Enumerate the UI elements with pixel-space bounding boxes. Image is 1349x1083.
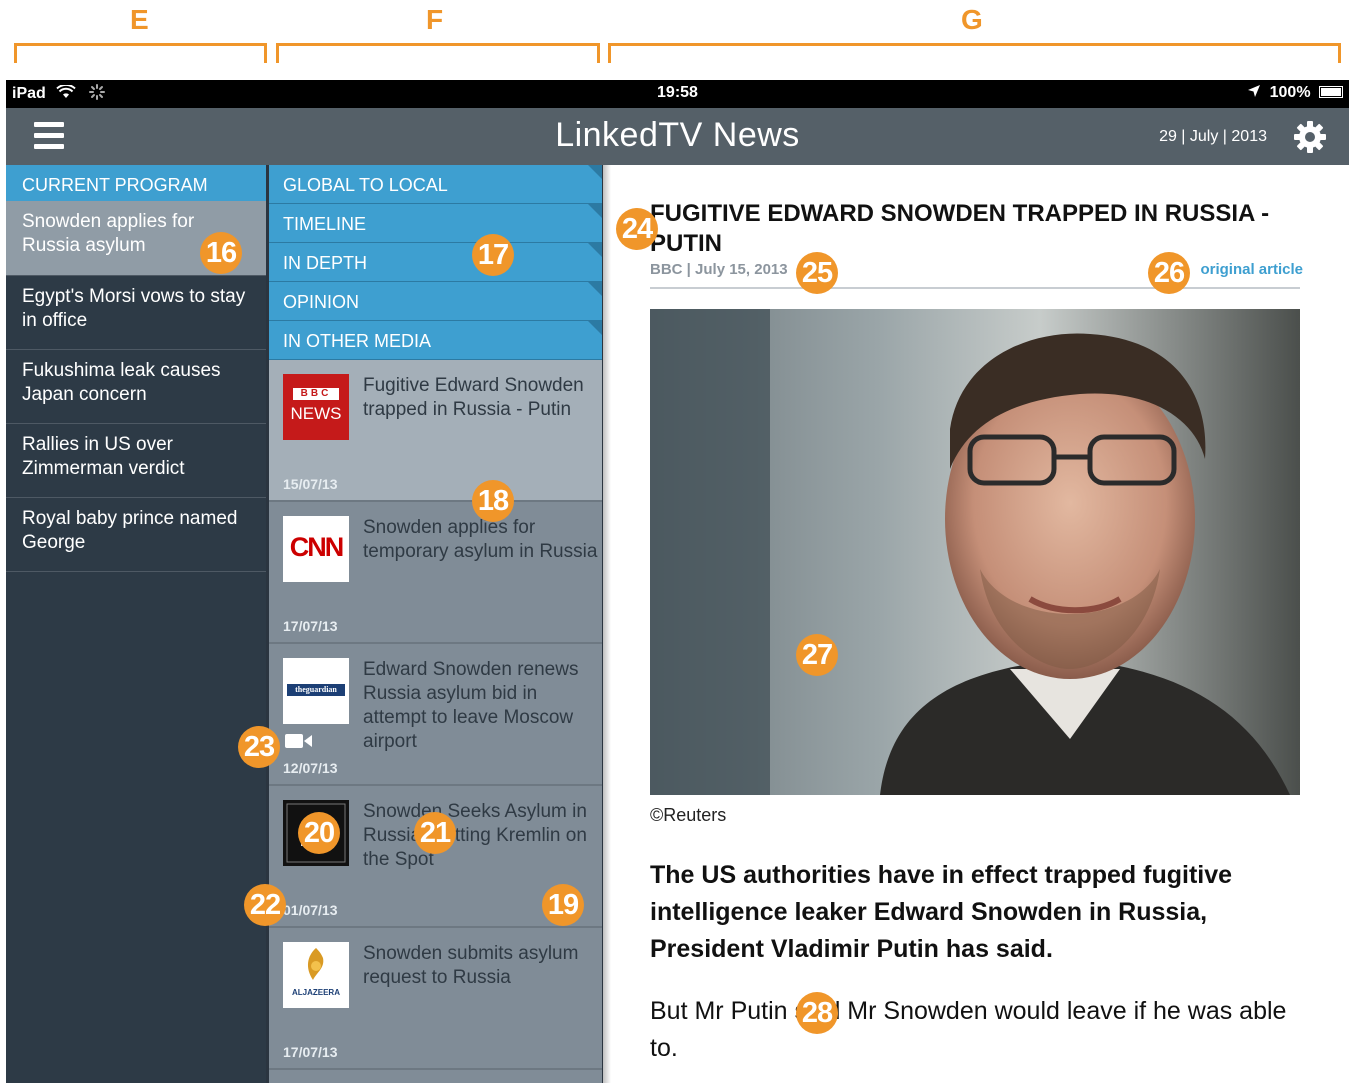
media-item-title: Snowden submits asylum request to Russia [363, 943, 579, 988]
panel-shadow [603, 165, 611, 1083]
article-divider [650, 287, 1300, 289]
aljazeera-emblem-icon [307, 948, 324, 980]
original-article-link[interactable]: original article [1200, 261, 1303, 278]
media-item-date: 17/07/13 [283, 618, 338, 634]
program-item-fukushima[interactable]: Fukushima leak causes Japan concern [6, 350, 266, 424]
status-bar: iPad 19:58 100% [6, 80, 1349, 108]
section-bracket-g [608, 43, 1341, 63]
article-body: But Mr Putin said Mr Snowden would leave… [650, 997, 1287, 1062]
callout-marker: 18 [472, 480, 514, 522]
battery-icon [1319, 86, 1343, 98]
callout-marker: 25 [796, 252, 838, 294]
section-label-f: F [426, 4, 444, 35]
media-item-date: 01/07/13 [283, 902, 338, 918]
article-title: FUGITIVE EDWARD SNOWDEN TRAPPED IN RUSSI… [650, 200, 1270, 257]
callout-marker: 26 [1148, 252, 1190, 294]
tab-timeline[interactable]: TIMELINE [269, 204, 602, 243]
portrait-photo [650, 309, 1300, 795]
media-item-title: Snowden Seeks Asylum in Russia, Putting … [363, 801, 587, 870]
media-item-date: 15/07/13 [283, 476, 338, 492]
media-item-aljazeera[interactable]: ALJAZEERA Snowden submits asylum request… [269, 928, 602, 1070]
callout-marker: 22 [244, 884, 286, 926]
section-bracket-f [276, 43, 600, 63]
media-item-date: 17/07/13 [283, 1044, 338, 1060]
location-arrow-icon [1248, 85, 1261, 97]
program-list-header: CURRENT PROGRAM [6, 165, 266, 201]
cnn-logo: CNN [283, 516, 349, 582]
media-item-cnn[interactable]: CNN Snowden applies for temporary asylum… [269, 502, 602, 644]
video-camera-icon [285, 734, 312, 748]
article-view: FUGITIVE EDWARD SNOWDEN TRAPPED IN RUSSI… [603, 165, 1349, 1083]
media-item-title: Snowden applies for temporary asylum in … [363, 517, 598, 562]
status-right: 100% [1247, 84, 1343, 102]
guardian-logo: theguardian [283, 658, 349, 724]
callout-marker: 17 [472, 234, 514, 276]
program-item-zimmerman[interactable]: Rallies in US over Zimmerman verdict [6, 424, 266, 498]
related-content-panel: GLOBAL TO LOCAL TIMELINE IN DEPTH OPINIO… [269, 165, 602, 1083]
callout-marker: 24 [616, 208, 658, 250]
media-item-bbc[interactable]: BBC NEWS Fugitive Edward Snowden trapped… [269, 360, 602, 502]
tab-in-depth[interactable]: IN DEPTH [269, 243, 602, 282]
section-label-g: G [961, 4, 983, 35]
status-time: 19:58 [657, 84, 698, 101]
callout-marker: 23 [238, 726, 280, 768]
app-title: LinkedTV News [555, 116, 800, 154]
media-item-title: Edward Snowden renews Russia asylum bid … [363, 659, 579, 752]
ipad-screen: iPad 19:58 100% LinkedTV News 29 | July … [6, 80, 1349, 1083]
section-bracket-e [14, 43, 267, 63]
aljazeera-logo: ALJAZEERA [283, 942, 349, 1008]
program-item-royal-baby[interactable]: Royal baby prince named George [6, 498, 266, 572]
callout-marker: 21 [414, 812, 456, 854]
tab-global-to-local[interactable]: GLOBAL TO LOCAL [269, 165, 602, 204]
tab-opinion[interactable]: OPINION [269, 282, 602, 321]
callout-marker: 20 [298, 812, 340, 854]
article-meta: BBC | July 15, 2013 [650, 261, 788, 278]
app-date: 29 | July | 2013 [1159, 128, 1267, 145]
section-label-e: E [130, 4, 149, 35]
photo-credit: ©Reuters [650, 805, 727, 825]
media-item-guardian[interactable]: theguardian Edward Snowden renews Russia… [269, 644, 602, 786]
program-item-morsi[interactable]: Egypt's Morsi vows to stay in office [6, 276, 266, 350]
gear-icon[interactable] [1293, 120, 1327, 154]
callout-marker: 16 [200, 232, 242, 274]
media-item-date: 12/07/13 [283, 760, 338, 776]
app-header: LinkedTV News 29 | July | 2013 [6, 108, 1349, 165]
media-item-title: Fugitive Edward Snowden trapped in Russi… [363, 375, 584, 420]
article-photo [650, 309, 1300, 795]
bbc-news-logo: BBC NEWS [283, 374, 349, 440]
article-lead: The US authorities have in effect trappe… [650, 861, 1233, 963]
callout-marker: 28 [796, 992, 838, 1034]
battery-level: 100% [1269, 84, 1311, 101]
tab-in-other-media[interactable]: IN OTHER MEDIA [269, 321, 602, 360]
callout-marker: 19 [542, 884, 584, 926]
program-list: CURRENT PROGRAM Snowden applies for Russ… [6, 165, 266, 1083]
callout-marker: 27 [796, 634, 838, 676]
